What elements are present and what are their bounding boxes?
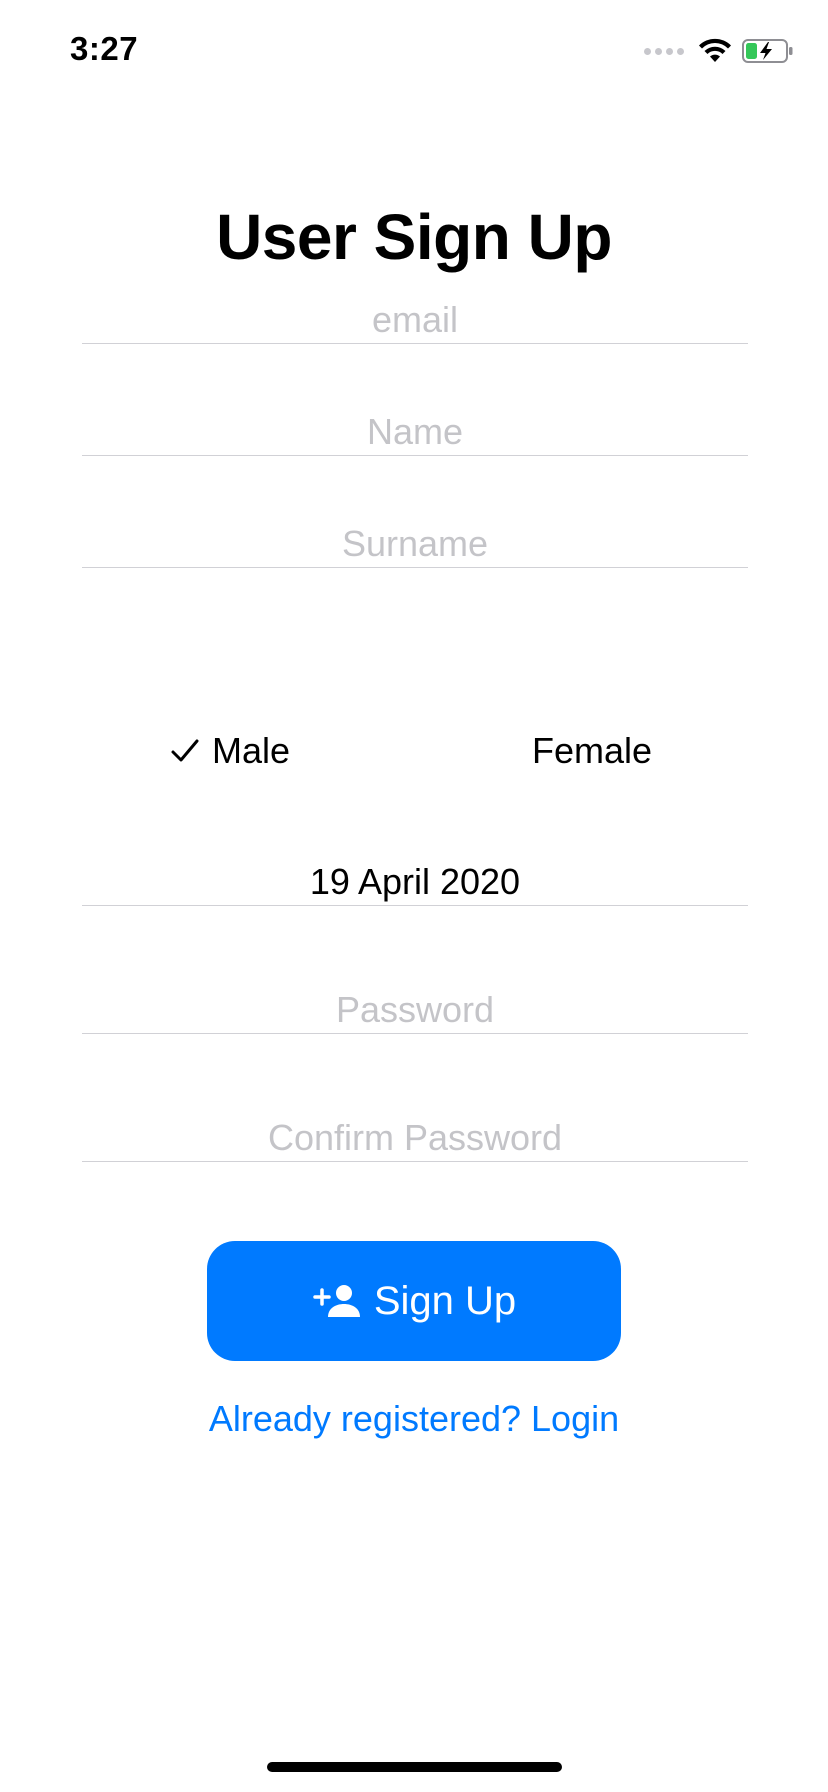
gender-label-male: Male xyxy=(212,730,291,771)
name-field-container xyxy=(82,395,748,456)
status-bar: 3:27 xyxy=(0,0,828,100)
battery-charging-icon xyxy=(742,39,793,63)
email-field[interactable] xyxy=(82,299,748,341)
password-field-container xyxy=(82,973,748,1034)
home-indicator[interactable] xyxy=(267,1762,562,1772)
signup-button[interactable]: Sign Up xyxy=(207,1241,621,1361)
birth-date-value: 19 April 2020 xyxy=(309,861,521,902)
birth-date-field[interactable]: 19 April 2020 xyxy=(82,845,748,906)
page-title: User Sign Up xyxy=(216,201,612,273)
gender-option-female[interactable]: Female xyxy=(532,730,652,772)
wifi-icon xyxy=(699,38,731,62)
login-link[interactable]: Already registered? Login xyxy=(0,1398,828,1440)
password-field[interactable] xyxy=(82,989,748,1031)
gender-selector: Male Female xyxy=(82,730,748,780)
status-icons xyxy=(644,36,794,66)
signal-dots-icon xyxy=(644,47,684,55)
surname-field[interactable] xyxy=(82,523,748,565)
email-field-container xyxy=(82,283,748,344)
name-field[interactable] xyxy=(82,411,748,453)
status-time: 3:27 xyxy=(70,30,139,67)
gender-option-male[interactable]: Male xyxy=(170,730,290,772)
signup-button-label: Sign Up xyxy=(373,1278,517,1323)
person-add-icon xyxy=(313,1285,360,1317)
checkmark-icon xyxy=(171,739,199,762)
surname-field-container xyxy=(82,507,748,568)
confirm-password-field-container xyxy=(82,1101,748,1162)
gender-label-female: Female xyxy=(532,730,653,771)
confirm-password-field[interactable] xyxy=(82,1117,748,1159)
